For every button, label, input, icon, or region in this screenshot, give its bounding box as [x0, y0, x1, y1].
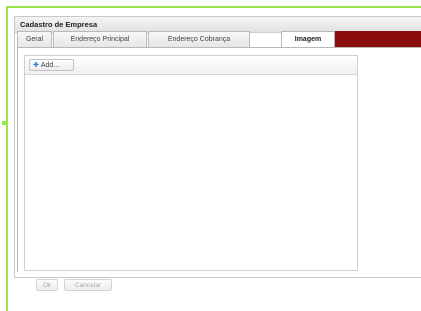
tab-bar: Geral Endereço Principal Endereço Cobran… [17, 31, 421, 48]
tab-label: Endereço Principal [70, 36, 130, 43]
tab-endereco-principal[interactable]: Endereço Principal [53, 31, 147, 47]
tab-imagem[interactable]: Imagem [281, 31, 335, 48]
tab-geral[interactable]: Geral [17, 31, 52, 47]
images-toolbar: ✚ Add... [25, 56, 357, 75]
add-image-button[interactable]: ✚ Add... [29, 59, 74, 71]
tab-label: Geral [25, 36, 44, 43]
add-label: Add... [40, 62, 60, 69]
cancel-label: Cancelar [74, 282, 101, 289]
tab-label: Endereço Cobrança [167, 36, 231, 43]
ok-label: Ok [42, 282, 52, 289]
ok-button[interactable]: Ok [36, 279, 58, 291]
images-panel: ✚ Add... [24, 55, 358, 271]
frame-marker [2, 121, 6, 125]
cancel-button[interactable]: Cancelar [64, 279, 112, 291]
tab-strip-accent [335, 31, 421, 47]
plus-icon: ✚ [33, 62, 39, 69]
tab-label: Imagem [294, 36, 322, 43]
tab-endereco-cobranca[interactable]: Endereço Cobrança [148, 31, 250, 47]
